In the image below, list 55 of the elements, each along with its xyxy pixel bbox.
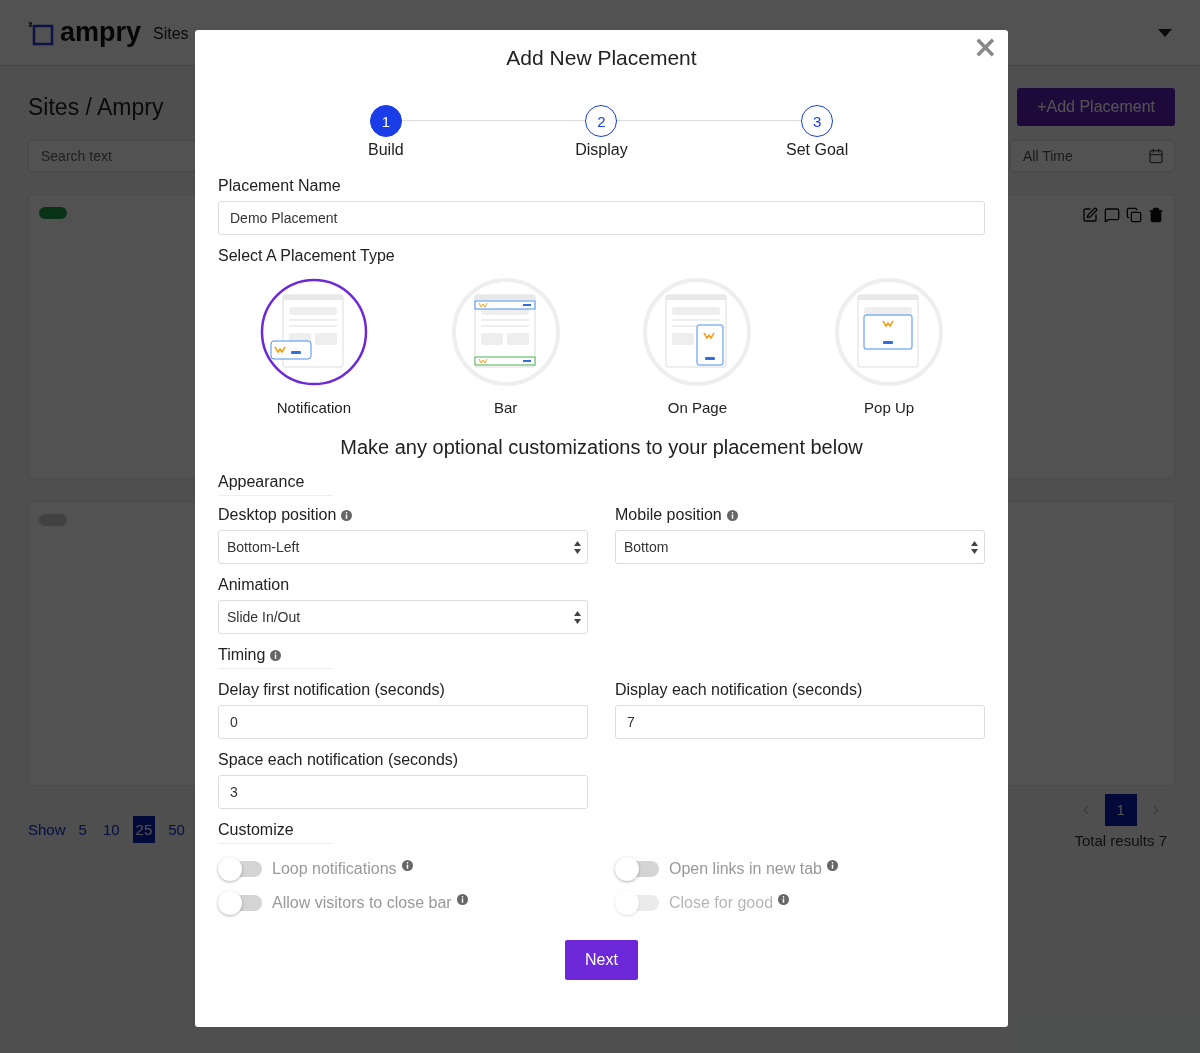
step-label: Build (368, 141, 404, 159)
placement-type-label: On Page (667, 399, 727, 416)
info-icon (401, 860, 413, 871)
edit-icon[interactable] (1082, 207, 1098, 223)
field-label: Delay first notification (seconds) (218, 681, 446, 699)
input-field[interactable]: 3 (218, 775, 588, 809)
section-label: Select A Placement Type (218, 247, 396, 265)
select-arrows-icon (971, 540, 978, 554)
show-label: Show (28, 821, 66, 838)
trash-icon[interactable] (1148, 207, 1164, 223)
field-label: Mobile position (615, 506, 985, 524)
placement-type-label: Bar (493, 399, 518, 416)
next-button[interactable]: Next (565, 940, 638, 980)
info-icon (827, 860, 838, 871)
toggle-label: Close for good (669, 894, 790, 912)
select-arrows-icon (574, 540, 581, 554)
select-field[interactable]: Bottom (615, 530, 985, 564)
field-label: Desktop position (218, 506, 588, 524)
close-button[interactable]: × (968, 32, 1002, 62)
calendar-icon (1148, 148, 1164, 164)
comment-icon[interactable] (1104, 207, 1120, 223)
info-icon (456, 894, 468, 905)
step-label: Display (575, 141, 628, 159)
input-field[interactable]: Demo Placement (218, 201, 985, 235)
logo-icon (28, 19, 56, 46)
select-field[interactable]: Bottom-Left (218, 530, 588, 564)
placement-type-option[interactable] (258, 277, 369, 387)
step-number[interactable]: 1 (369, 105, 402, 137)
total-results: Total results 7 (1074, 832, 1167, 849)
modal-title: Add New Placement (505, 46, 698, 70)
select-arrows-icon (574, 610, 581, 624)
customization-heading: Make any optional customizations to your placement below (339, 436, 864, 459)
input-field[interactable]: 7 (615, 705, 985, 739)
card-toggle[interactable] (39, 207, 67, 219)
field-label: Space each notification (seconds) (218, 751, 460, 769)
select-field[interactable]: Slide In/Out (218, 600, 588, 634)
section-heading: Customize (218, 821, 333, 844)
toggle-label: Allow visitors to close bar (272, 894, 468, 912)
placement-type-label: Notification (276, 399, 351, 416)
info-icon (778, 894, 790, 905)
field-label: Placement Name (218, 177, 342, 195)
toggle-label: Open links in new tab (669, 860, 838, 878)
field-label: Animation (218, 576, 291, 594)
step-number[interactable]: 2 (585, 105, 618, 137)
section-heading: Timing (218, 646, 333, 669)
copy-icon[interactable] (1126, 207, 1142, 223)
section-heading: Appearance (218, 473, 333, 496)
step-label: Set Goal (786, 141, 849, 159)
step-number[interactable]: 3 (801, 105, 834, 137)
input-field[interactable]: 0 (218, 705, 588, 739)
placement-type-label: Pop Up (864, 399, 915, 416)
field-label: Display each notification (seconds) (615, 681, 864, 699)
toggle-label: Loop notifications (272, 860, 413, 878)
page-title: Sites / Ampry (28, 93, 164, 121)
caret-icon[interactable] (1158, 28, 1172, 37)
